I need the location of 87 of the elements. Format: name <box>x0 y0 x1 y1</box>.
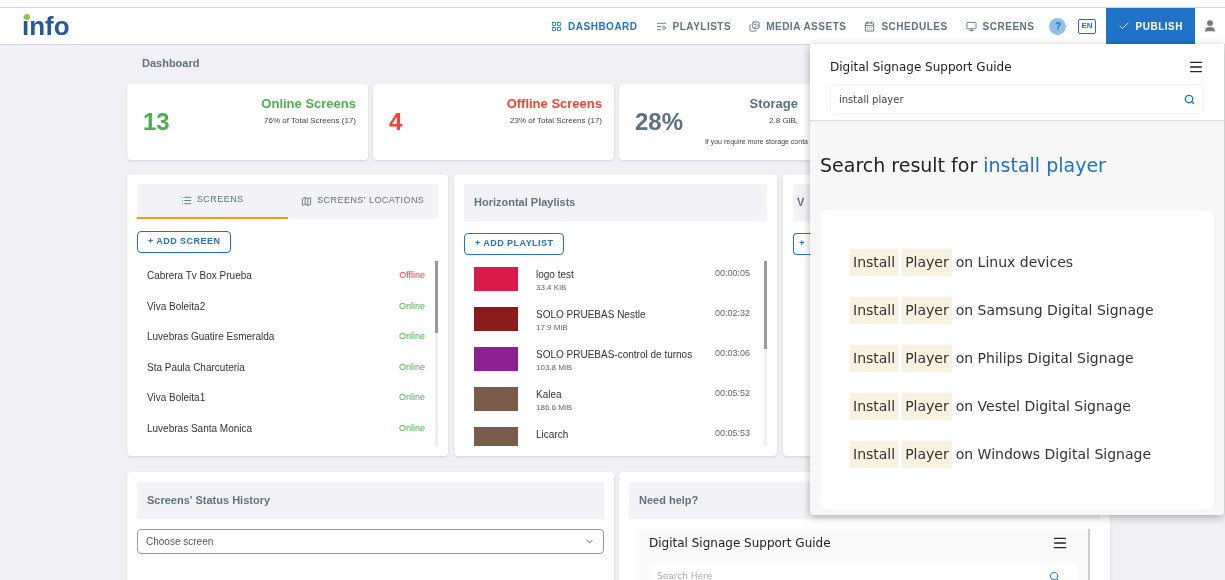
grid-icon <box>551 20 563 32</box>
playlist-name: SOLO PRUEBAS Nestle <box>536 307 646 322</box>
search-field[interactable]: install player <box>830 84 1204 114</box>
search-result-heading: Search result for install player <box>820 153 1107 178</box>
guide-title: Digital Signage Support Guide <box>649 534 831 552</box>
result-link[interactable]: Install Player on Vestel Digital Signage <box>850 391 1184 422</box>
nav-tab[interactable]: SCREENS <box>956 8 1044 44</box>
playlist-size: 33.4 KiB <box>536 281 568 294</box>
tab[interactable]: SCREENS' LOCATIONS <box>287 183 438 219</box>
panel-title: Need help? <box>639 492 699 508</box>
playlist-name: Licarch <box>536 427 569 442</box>
playlist-duration: 00:03:06 <box>714 346 750 360</box>
map-icon <box>301 195 313 207</box>
user-icon[interactable] <box>1203 19 1217 33</box>
screen-name: Sta Paula Charcuteria <box>147 360 245 375</box>
search-icon[interactable] <box>1184 93 1195 105</box>
playlist-row[interactable]: SOLO PRUEBAS Nestle 17.9 MiB 00:02:32 <box>464 300 764 341</box>
stat-title: Storage <box>749 94 798 113</box>
status-label: Online <box>399 299 425 313</box>
playlist-duration: 00:02:32 <box>714 306 750 320</box>
screen-name: Luvebras Guatire Esmeralda <box>147 330 275 345</box>
playlist-size: 17.9 MiB <box>536 321 569 334</box>
add-playlist-button[interactable]: + ADD PLAYLIST <box>464 232 565 255</box>
playlist-duration: 00:00:05 <box>714 266 750 280</box>
tab[interactable]: SCREENS <box>137 183 288 219</box>
scrollbar[interactable] <box>435 260 438 446</box>
screen-name: Viva Boleita1 <box>147 391 206 406</box>
result-link[interactable]: Install Player on Linux devices <box>850 247 1184 278</box>
playlist-row[interactable]: logo test 33.4 KiB 00:00:05 <box>464 260 764 301</box>
screen-row[interactable]: Luvebras Guatire Esmeralda Online <box>137 321 435 352</box>
stat-note: 76% of Total Screens (17) <box>264 115 356 127</box>
nav-tab[interactable]: DASHBOARD <box>542 8 647 44</box>
screen-row[interactable]: Viva Boleita2 Online <box>137 291 435 322</box>
scrollbar[interactable] <box>764 260 767 446</box>
result-link[interactable]: Install Player on Windows Digital Signage <box>850 439 1184 470</box>
status-label: Online <box>399 421 425 435</box>
panel-title: V <box>797 194 805 210</box>
status-label: Online <box>399 330 425 343</box>
nav-tab[interactable]: PLAYLISTS <box>646 8 741 44</box>
panel-title: Screens' Status History <box>147 492 271 508</box>
logo[interactable]: info <box>22 13 70 39</box>
status-label: Online <box>399 360 425 374</box>
result-link[interactable]: Install Player on Philips Digital Signage <box>850 343 1184 374</box>
stat-value: 4 <box>389 106 403 137</box>
playlist-name: logo test <box>536 267 574 282</box>
screen-row[interactable]: Luvebras Santa Monica Online <box>137 413 435 444</box>
add-screen-button[interactable]: + ADD SCREEN <box>137 230 232 253</box>
images-icon <box>749 20 761 32</box>
screen-row[interactable]: Sta Paula Charcuteria Online <box>137 352 435 383</box>
playlist-row[interactable]: SOLO PRUEBAS-control de turnos 103.8 MiB 00:03:06 <box>464 340 764 381</box>
choose-screen-select[interactable]: Choose screen <box>137 528 604 554</box>
screen-name: Viva Boleita2 <box>147 299 206 314</box>
screen-name: Luvebras Santa Monica <box>147 421 253 436</box>
publish-button[interactable]: PUBLISH <box>1105 8 1195 44</box>
nav-tab[interactable]: MEDIA ASSETS <box>740 8 856 44</box>
playlist-size: 103.8 MiB <box>536 361 574 374</box>
result-link[interactable]: Install Player on Samsung Digital Signage <box>850 295 1184 326</box>
calendar-icon <box>864 20 876 32</box>
stat-value: 28% <box>635 106 684 137</box>
playlist-row[interactable]: Licarch 00:05:53 <box>464 420 764 446</box>
language-button[interactable]: EN <box>1078 18 1096 34</box>
playlist-duration: 00:05:52 <box>714 386 750 400</box>
monitor-icon <box>965 20 977 32</box>
stat-note: 23% of Total Screens (17) <box>510 115 602 127</box>
playlist-name: Kalea <box>536 387 563 402</box>
check-icon <box>1117 20 1130 32</box>
screen-name: Cabrera Tv Box Prueba <box>147 269 252 284</box>
screen-row[interactable]: Cabrera Tv Box Prueba Offline <box>137 260 435 291</box>
stat-title: Online Screens <box>261 94 356 113</box>
screen-row[interactable]: Viva Boleita1 Online <box>137 382 435 413</box>
playlist-row[interactable]: Kalea 186.6 MiB 00:05:52 <box>464 380 764 421</box>
stat-detail: 2.8 GiB, <box>769 115 798 127</box>
guide-title: Digital Signage Support Guide <box>830 59 1012 76</box>
panel-title: Horizontal Playlists <box>474 194 576 210</box>
status-label: Offline <box>399 269 425 282</box>
list-icon <box>180 194 192 206</box>
playlist-duration: 00:05:53 <box>714 426 750 440</box>
playlist-size: 186.6 MiB <box>536 401 573 414</box>
search-icon[interactable] <box>1049 571 1060 580</box>
playlist-name: SOLO PRUEBAS-control de turnos <box>536 347 693 362</box>
menu-icon[interactable] <box>1188 59 1204 75</box>
list-icon <box>655 20 667 32</box>
status-label: Online <box>399 391 425 404</box>
page-title: Dashboard <box>142 56 200 71</box>
nav-tab[interactable]: SCHEDULES <box>855 8 957 44</box>
stat-value: 13 <box>143 106 170 137</box>
stat-title: Offline Screens <box>506 94 602 113</box>
